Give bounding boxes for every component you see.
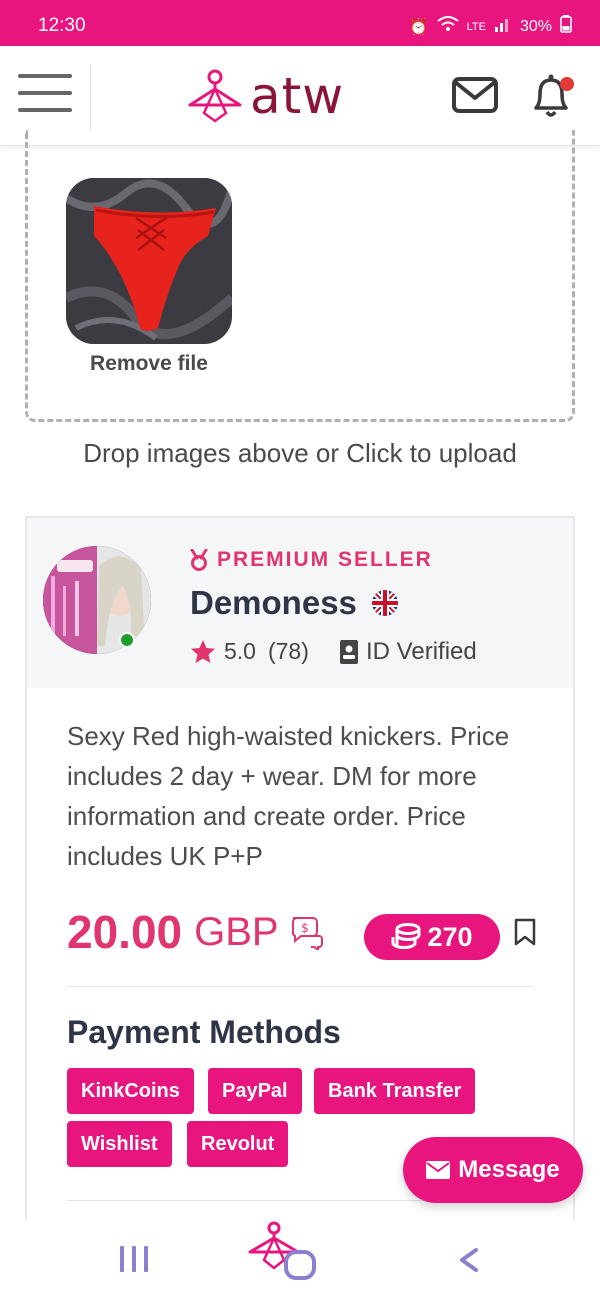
mail-icon[interactable]	[451, 76, 501, 116]
price-amount: 20.00	[67, 906, 183, 958]
home-hanger-icon[interactable]	[244, 1220, 320, 1282]
back-icon[interactable]	[456, 1246, 484, 1274]
bookmark-icon[interactable]	[513, 918, 537, 946]
seller-name[interactable]: Demoness	[190, 584, 357, 622]
verified-label: ID Verified	[366, 638, 477, 665]
battery-percent: 30%	[519, 17, 552, 35]
payment-method-revolut: Revolut	[187, 1121, 289, 1167]
price-row: 20.00 GBP $	[67, 902, 325, 962]
notification-bell-icon[interactable]	[528, 72, 578, 122]
header-divider	[90, 64, 91, 130]
premium-label: PREMIUM SELLER	[217, 548, 433, 571]
logo-text: atw	[250, 67, 345, 125]
svg-text:$: $	[301, 921, 309, 935]
uk-flag-icon	[371, 590, 398, 616]
recent-apps-icon[interactable]	[118, 1244, 150, 1274]
status-bar: 12:30 ⏰ LTE 30%	[0, 0, 600, 46]
alarm-icon: ⏰	[408, 18, 429, 36]
remove-file-link[interactable]: Remove file	[58, 352, 240, 376]
system-nav-bar	[0, 1220, 600, 1300]
hanger-logo-icon	[188, 69, 242, 123]
envelope-icon	[426, 1161, 451, 1179]
section-divider	[67, 986, 533, 987]
coin-price-pill[interactable]: 270	[364, 914, 500, 960]
star-icon	[191, 639, 215, 663]
message-button[interactable]: Message	[403, 1137, 583, 1203]
hamburger-menu-icon[interactable]	[18, 74, 72, 118]
listing-description: Sexy Red high-waisted knickers. Price in…	[67, 721, 510, 871]
uploaded-image-thumbnail	[66, 178, 232, 344]
price-currency: GBP	[194, 909, 279, 954]
listing-card: PREMIUM SELLER Demoness 5.0 (78) ID Veri…	[25, 516, 575, 1236]
message-label: Message	[458, 1156, 560, 1183]
payment-methods-title: Payment Methods	[67, 1014, 341, 1050]
payment-method-paypal: PayPal	[208, 1068, 302, 1114]
coins-icon	[391, 923, 421, 949]
battery-icon	[560, 15, 572, 38]
medal-icon	[190, 549, 208, 571]
online-status-dot	[119, 632, 135, 648]
review-count: (78)	[267, 638, 309, 664]
id-card-icon	[340, 640, 358, 664]
payment-method-bank-transfer: Bank Transfer	[314, 1068, 476, 1114]
payment-method-wishlist: Wishlist	[67, 1121, 172, 1167]
coin-amount: 270	[427, 921, 473, 952]
notification-dot	[560, 77, 574, 91]
status-icons: ⏰ LTE 30%	[409, 15, 572, 38]
wifi-icon	[436, 16, 459, 37]
signal-icon	[494, 16, 512, 37]
upload-dropzone[interactable]: Remove file	[25, 130, 575, 422]
premium-seller-badge: PREMIUM SELLER	[189, 548, 433, 572]
seller-rating[interactable]: 5.0 (78)	[190, 638, 309, 665]
seller-header: PREMIUM SELLER Demoness 5.0 (78) ID Veri…	[27, 518, 573, 688]
payment-method-kinkcoins: KinkCoins	[67, 1068, 194, 1114]
make-offer-icon[interactable]: $	[289, 914, 325, 950]
network-type: LTE	[466, 20, 486, 33]
status-time: 12:30	[38, 15, 86, 36]
id-verified-badge: ID Verified	[340, 638, 477, 666]
upload-hint[interactable]: Drop images above or Click to upload	[0, 438, 600, 469]
seller-name-row: Demoness	[190, 584, 399, 622]
rating-value: 5.0	[224, 638, 256, 664]
logo[interactable]: atw	[186, 66, 344, 126]
